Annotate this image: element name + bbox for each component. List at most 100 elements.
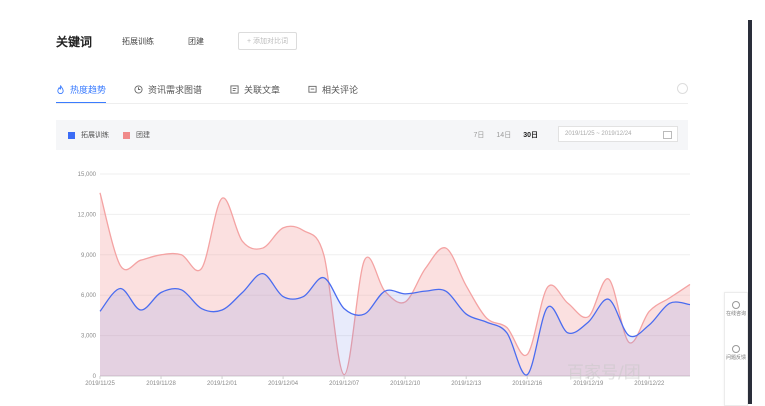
series-1-point[interactable] [607, 298, 609, 300]
series-2-point[interactable] [668, 297, 670, 299]
series-1-point[interactable] [668, 302, 670, 304]
x-tick-label: 2019/12/13 [451, 381, 482, 387]
series-2-point[interactable] [648, 310, 650, 312]
series-1-point[interactable] [567, 332, 569, 334]
online-consult-label: 在线咨询 [725, 311, 746, 317]
legend-item-series-1[interactable]: 拓展训练 [68, 130, 109, 140]
series-1-point[interactable] [689, 303, 691, 305]
series-1-point[interactable] [343, 307, 345, 309]
series-1-point[interactable] [424, 290, 426, 292]
series-1-point[interactable] [445, 290, 447, 292]
series-1-point[interactable] [384, 290, 386, 292]
tab-related-comments-label: 相关评论 [322, 84, 359, 95]
series-2-point[interactable] [424, 267, 426, 269]
tab-trend[interactable]: 热度趋势 [56, 80, 107, 104]
series-2-point[interactable] [282, 227, 284, 229]
series-2-point[interactable] [119, 264, 121, 266]
legend-label-series-2: 团建 [136, 132, 150, 139]
chart-legend: 拓展训练 团建 [68, 130, 164, 140]
help-icon[interactable] [677, 83, 688, 94]
y-tick-label: 6,000 [81, 293, 97, 299]
tab-demand-graph-label: 资讯需求图谱 [148, 84, 203, 95]
series-1-point[interactable] [262, 272, 264, 274]
series-1-point[interactable] [465, 313, 467, 315]
calendar-icon [663, 131, 672, 139]
date-range-text: 2019/11/25 ~ 2019/12/24 [565, 131, 632, 137]
range-30d-button[interactable]: 30日 [523, 130, 538, 140]
series-2-point[interactable] [587, 316, 589, 318]
legend-item-series-2[interactable]: 团建 [123, 130, 150, 140]
range-14d-button[interactable]: 14日 [496, 130, 511, 140]
series-2-point[interactable] [689, 283, 691, 285]
online-consult-button[interactable]: 在线咨询 [725, 301, 747, 317]
keyword-title: 关键词 [56, 34, 93, 49]
series-2-point[interactable] [99, 192, 101, 194]
series-2-point[interactable] [262, 247, 264, 249]
x-tick-label: 2019/12/10 [390, 381, 421, 387]
clock-icon [134, 84, 143, 94]
feedback-label: 问题反馈 [725, 355, 746, 361]
series-2-point[interactable] [567, 302, 569, 304]
tab-bar: 热度趋势 资讯需求图谱 关联文章 相关评论 [56, 80, 386, 104]
range-7d-button[interactable]: 7日 [474, 130, 485, 140]
keyword-chip-1[interactable]: 拓展训练 [122, 36, 154, 47]
series-1-point[interactable] [485, 321, 487, 323]
series-2-point[interactable] [465, 285, 467, 287]
right-edge-bar [748, 20, 752, 404]
series-2-point[interactable] [160, 254, 162, 256]
series-1-point[interactable] [506, 332, 508, 334]
series-2-point[interactable] [607, 278, 609, 280]
tabs-divider [56, 103, 688, 104]
series-2-point[interactable] [526, 353, 528, 355]
legend-swatch-series-1 [68, 131, 75, 139]
series-1-point[interactable] [546, 306, 548, 308]
series-1-point[interactable] [180, 289, 182, 291]
series-1-point[interactable] [526, 373, 528, 375]
series-2-point[interactable] [302, 229, 304, 231]
series-2-point[interactable] [241, 240, 243, 242]
series-2-point[interactable] [180, 254, 182, 256]
series-1-point[interactable] [648, 324, 650, 326]
tab-related-comments[interactable]: 相关评论 [308, 80, 358, 98]
series-1-point[interactable] [99, 310, 101, 312]
series-1-point[interactable] [221, 309, 223, 311]
series-1-point[interactable] [323, 276, 325, 278]
date-range-picker[interactable]: 2019/11/25 ~ 2019/12/24 [558, 126, 678, 142]
y-tick-label: 3,000 [81, 334, 97, 340]
series-2-point[interactable] [139, 259, 141, 261]
add-compare-keyword-button[interactable]: + 添加对比词 [238, 32, 298, 50]
tab-related-articles[interactable]: 关联文章 [230, 80, 280, 98]
chart-control-bar: 拓展训练 团建 7日 14日 30日 2019/11/25 ~ 2019/12/… [56, 120, 688, 150]
series-2-point[interactable] [485, 317, 487, 319]
article-icon [230, 84, 239, 94]
series-2-point[interactable] [363, 259, 365, 261]
y-tick-label: 9,000 [81, 253, 97, 259]
series-1-point[interactable] [119, 287, 121, 289]
series-1-point[interactable] [201, 307, 203, 309]
tab-related-articles-label: 关联文章 [244, 84, 281, 95]
series-1-point[interactable] [302, 295, 304, 297]
series-2-point[interactable] [506, 326, 508, 328]
series-2-point[interactable] [201, 267, 203, 269]
series-1-point[interactable] [160, 291, 162, 293]
series-1-point[interactable] [139, 309, 141, 311]
y-tick-label: 12,000 [78, 212, 97, 218]
series-1-point[interactable] [587, 321, 589, 323]
y-tick-label: 0 [93, 374, 97, 380]
x-tick-label: 2019/11/28 [146, 381, 176, 387]
comment-icon [308, 85, 317, 93]
series-1-point[interactable] [628, 334, 630, 336]
tab-demand-graph[interactable]: 资讯需求图谱 [134, 80, 202, 98]
series-2-point[interactable] [546, 286, 548, 288]
series-1-point[interactable] [363, 313, 365, 315]
series-2-point[interactable] [323, 254, 325, 256]
series-1-point[interactable] [404, 293, 406, 295]
series-1-point[interactable] [282, 295, 284, 297]
series-1-point[interactable] [241, 291, 243, 293]
keyword-chip-2[interactable]: 团建 [188, 36, 204, 47]
tab-trend-label: 热度趋势 [70, 84, 107, 95]
legend-label-series-1: 拓展训练 [81, 132, 109, 139]
feedback-button[interactable]: 问题反馈 [725, 345, 747, 361]
series-2-point[interactable] [445, 247, 447, 249]
series-2-point[interactable] [221, 197, 223, 199]
